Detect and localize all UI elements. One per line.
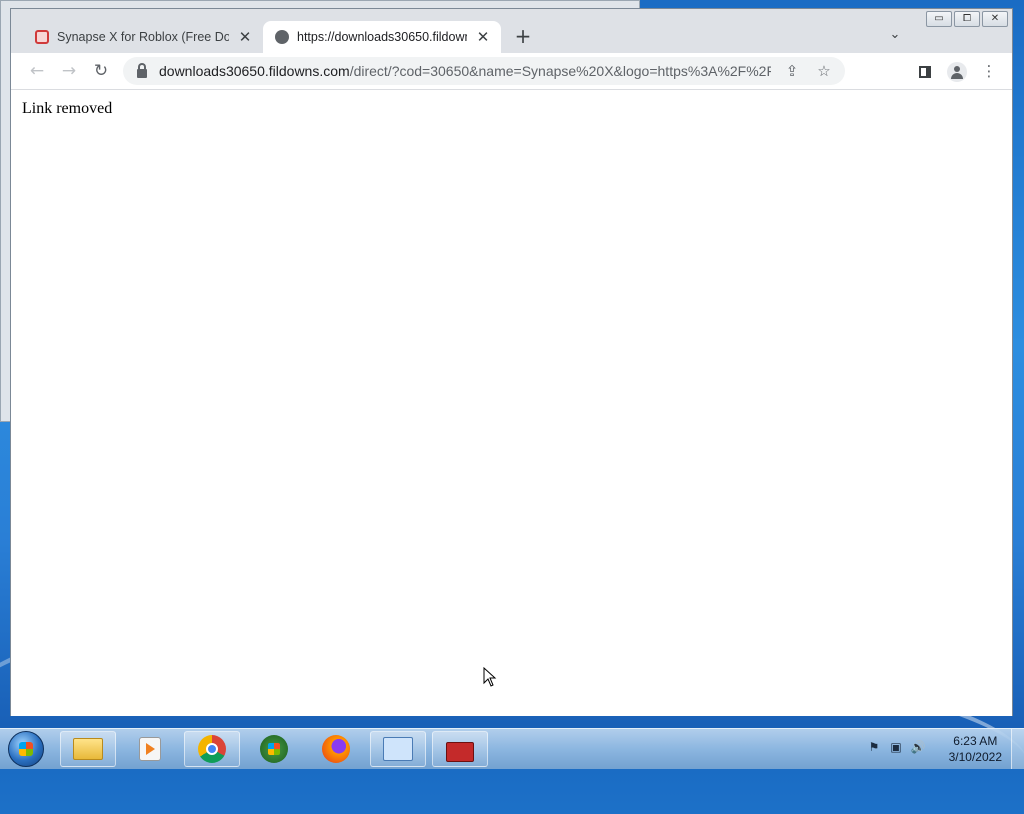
profile-button[interactable] <box>945 59 969 83</box>
mouse-cursor-icon <box>483 667 497 687</box>
maximize-button[interactable]: ⧠ <box>954 11 980 27</box>
close-icon[interactable]: ✕ <box>475 28 491 46</box>
system-tray: ⚑ ▣ 🔊 <box>866 739 926 755</box>
url-path: /direct/?cod=30650&name=Synapse%20X&logo… <box>349 63 771 79</box>
clock-date: 3/10/2022 <box>948 750 1002 764</box>
globe-icon <box>275 30 289 44</box>
control-panel-icon <box>383 737 413 761</box>
side-panel-button[interactable] <box>913 59 937 83</box>
chrome-icon <box>198 735 226 763</box>
taskbar-media-player[interactable] <box>122 731 178 767</box>
back-button[interactable]: ← <box>25 59 49 83</box>
clock[interactable]: 6:23 AM 3/10/2022 <box>949 733 1002 765</box>
taskbar-firefox[interactable] <box>308 731 364 767</box>
minimize-button[interactable]: ▭ <box>926 11 952 27</box>
volume-icon[interactable]: 🔊 <box>910 739 926 755</box>
tab-title: Synapse X for Roblox (Free Down <box>57 30 229 44</box>
chrome-window: Synapse X for Roblox (Free Down ✕ https:… <box>10 8 1013 716</box>
flag-icon[interactable]: ⚑ <box>866 739 882 755</box>
taskbar-windows-media-center[interactable] <box>246 731 302 767</box>
taskbar-control-panel[interactable] <box>370 731 426 767</box>
url-host: downloads30650.fildowns.com <box>159 63 350 79</box>
lock-icon[interactable] <box>137 62 147 78</box>
windows-logo-icon <box>19 742 33 756</box>
forward-button[interactable]: → <box>57 59 81 83</box>
avatar-icon <box>947 61 967 82</box>
firefox-icon <box>322 735 350 763</box>
side-panel-icon <box>919 65 931 78</box>
browser-toolbar: ← → ↻ downloads30650.fildowns.com/direct… <box>11 53 1012 89</box>
tab-synapse-x[interactable]: Synapse X for Roblox (Free Down ✕ <box>23 21 263 53</box>
tab-search-icon[interactable]: ⌄ <box>885 27 905 47</box>
bookmark-star-icon[interactable]: ☆ <box>813 62 835 80</box>
page-content: Link removed <box>11 89 1012 716</box>
windows-orb-icon <box>260 735 288 763</box>
tab-strip: Synapse X for Roblox (Free Down ✕ https:… <box>11 9 1012 53</box>
close-icon[interactable]: ✕ <box>237 28 253 46</box>
media-player-icon <box>139 737 161 761</box>
taskbar-chrome[interactable] <box>184 731 240 767</box>
tab-downloads-fildowns[interactable]: https://downloads30650.fildown ✕ <box>263 21 501 53</box>
close-window-button[interactable]: ✕ <box>982 11 1008 27</box>
taskbar-explorer[interactable] <box>60 731 116 767</box>
reload-button[interactable]: ↻ <box>89 59 113 83</box>
toolbox-icon <box>446 742 474 762</box>
show-desktop-button[interactable] <box>1011 729 1024 769</box>
tab-title: https://downloads30650.fildown <box>297 30 467 44</box>
address-bar[interactable]: downloads30650.fildowns.com/direct/?cod=… <box>123 57 845 85</box>
share-icon[interactable]: ⇪ <box>781 62 803 80</box>
url-text[interactable]: downloads30650.fildowns.com/direct/?cod=… <box>159 63 771 79</box>
network-icon[interactable]: ▣ <box>888 739 904 755</box>
new-tab-button[interactable]: + <box>511 25 535 49</box>
taskbar: ⚑ ▣ 🔊 6:23 AM 3/10/2022 <box>0 728 1024 769</box>
start-button[interactable] <box>8 731 44 767</box>
menu-button[interactable]: ⋮ <box>977 59 1001 83</box>
taskbar-toolbox[interactable] <box>432 731 488 767</box>
folder-icon <box>73 738 103 760</box>
clock-time: 6:23 AM <box>953 734 998 748</box>
synapse-favicon-icon <box>35 30 49 44</box>
page-message: Link removed <box>22 100 113 117</box>
window-controls: ▭ ⧠ ✕ <box>926 11 1008 27</box>
